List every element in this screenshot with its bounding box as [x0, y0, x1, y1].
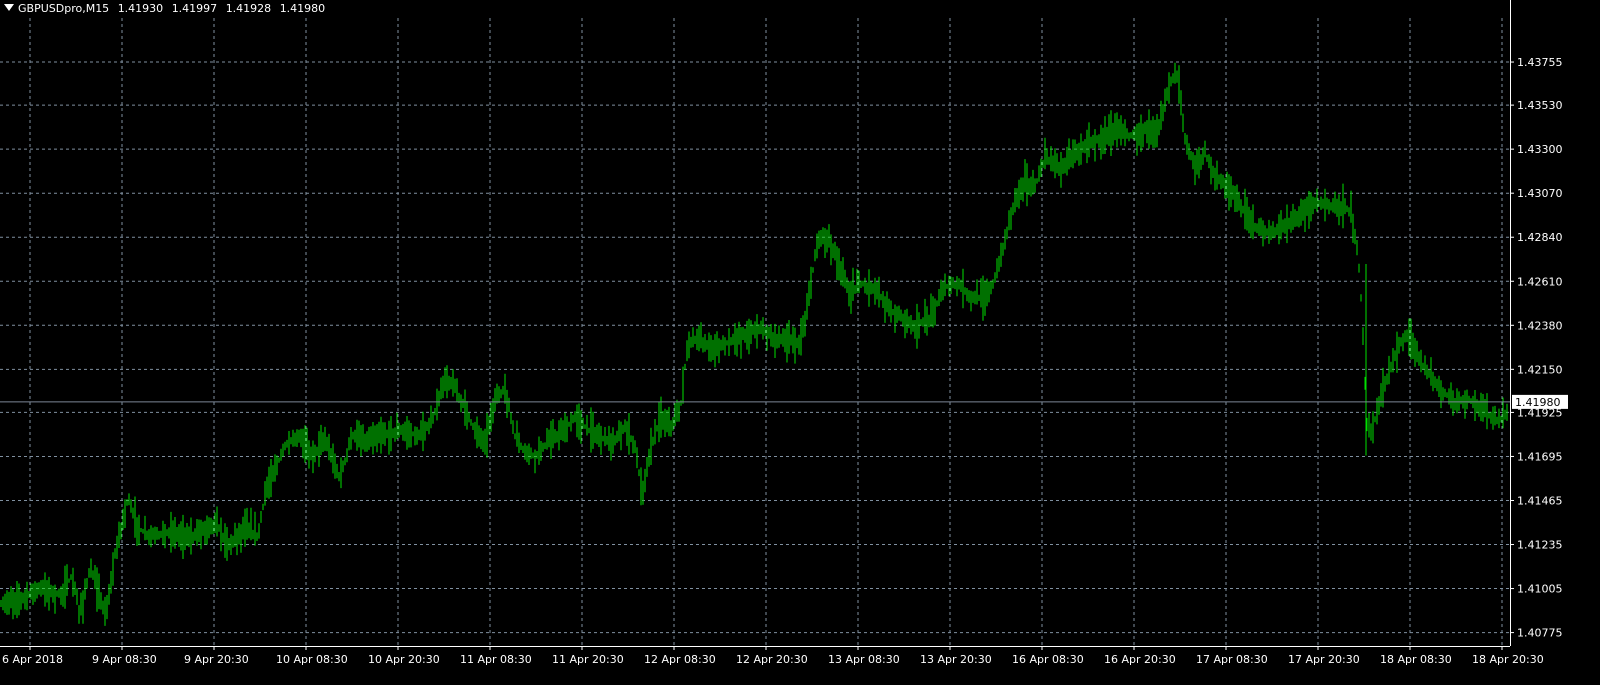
time-tick-label: 16 Apr 08:30	[1012, 653, 1084, 666]
price-tick-label: 1.43755	[1517, 56, 1563, 69]
current-price-marker: 1.41980	[0, 394, 1568, 409]
time-tick-label: 18 Apr 08:30	[1380, 653, 1452, 666]
price-tick-label: 1.40775	[1517, 627, 1563, 640]
price-tick-label: 1.43300	[1517, 143, 1563, 156]
time-tick-label: 16 Apr 20:30	[1104, 653, 1176, 666]
price-tick-label: 1.41465	[1517, 494, 1563, 507]
time-tick-label: 18 Apr 20:30	[1472, 653, 1544, 666]
price-bars	[0, 62, 1508, 626]
price-tick-label: 1.41695	[1517, 450, 1563, 463]
current-price-label: 1.41980	[1515, 396, 1561, 409]
price-tick-label: 1.42150	[1517, 363, 1563, 376]
time-tick-label: 17 Apr 08:30	[1196, 653, 1268, 666]
price-tick-label: 1.41005	[1517, 583, 1563, 596]
time-tick-label: 9 Apr 20:30	[184, 653, 249, 666]
time-tick-label: 9 Apr 08:30	[92, 653, 157, 666]
symbol-label: GBPUSDpro,M15	[18, 2, 110, 15]
time-tick-label: 13 Apr 20:30	[920, 653, 992, 666]
time-axis-labels: 6 Apr 2018 9 Apr 08:30 9 Apr 20:30 10 Apr 0…	[2, 646, 1544, 666]
time-tick-label: 17 Apr 20:30	[1288, 653, 1360, 666]
time-tick-label: 12 Apr 08:30	[644, 653, 716, 666]
low-value: 1.41928	[225, 2, 272, 15]
time-tick-label: 13 Apr 08:30	[828, 653, 900, 666]
ohlc-bar-series	[0, 62, 1508, 626]
price-axis-labels: 1.43755 1.43530 1.43300 1.43070 1.42840 1.426…	[1510, 56, 1563, 640]
open-value: 1.41930	[117, 2, 164, 15]
price-tick-label: 1.43530	[1517, 99, 1563, 112]
time-tick-label: 12 Apr 20:30	[736, 653, 808, 666]
time-tick-label: 11 Apr 08:30	[460, 653, 532, 666]
price-tick-label: 1.42380	[1517, 319, 1563, 332]
high-value: 1.41997	[171, 2, 218, 15]
price-tick-label: 1.42610	[1517, 275, 1563, 288]
price-tick-label: 1.43070	[1517, 187, 1563, 200]
collapse-triangle-icon[interactable]	[4, 4, 14, 11]
time-tick-label: 10 Apr 08:30	[276, 653, 348, 666]
price-tick-label: 1.41235	[1517, 539, 1563, 552]
chart-header: GBPUSDpro,M15 1.41930 1.41997 1.41928 1.…	[4, 2, 330, 15]
time-tick-label: 11 Apr 20:30	[552, 653, 624, 666]
close-value: 1.41980	[279, 2, 326, 15]
time-tick-label: 6 Apr 2018	[2, 653, 63, 666]
price-chart[interactable]: 1.43755 1.43530 1.43300 1.43070 1.42840 1.426…	[0, 0, 1600, 685]
price-tick-label: 1.42840	[1517, 231, 1563, 244]
time-tick-label: 10 Apr 20:30	[368, 653, 440, 666]
